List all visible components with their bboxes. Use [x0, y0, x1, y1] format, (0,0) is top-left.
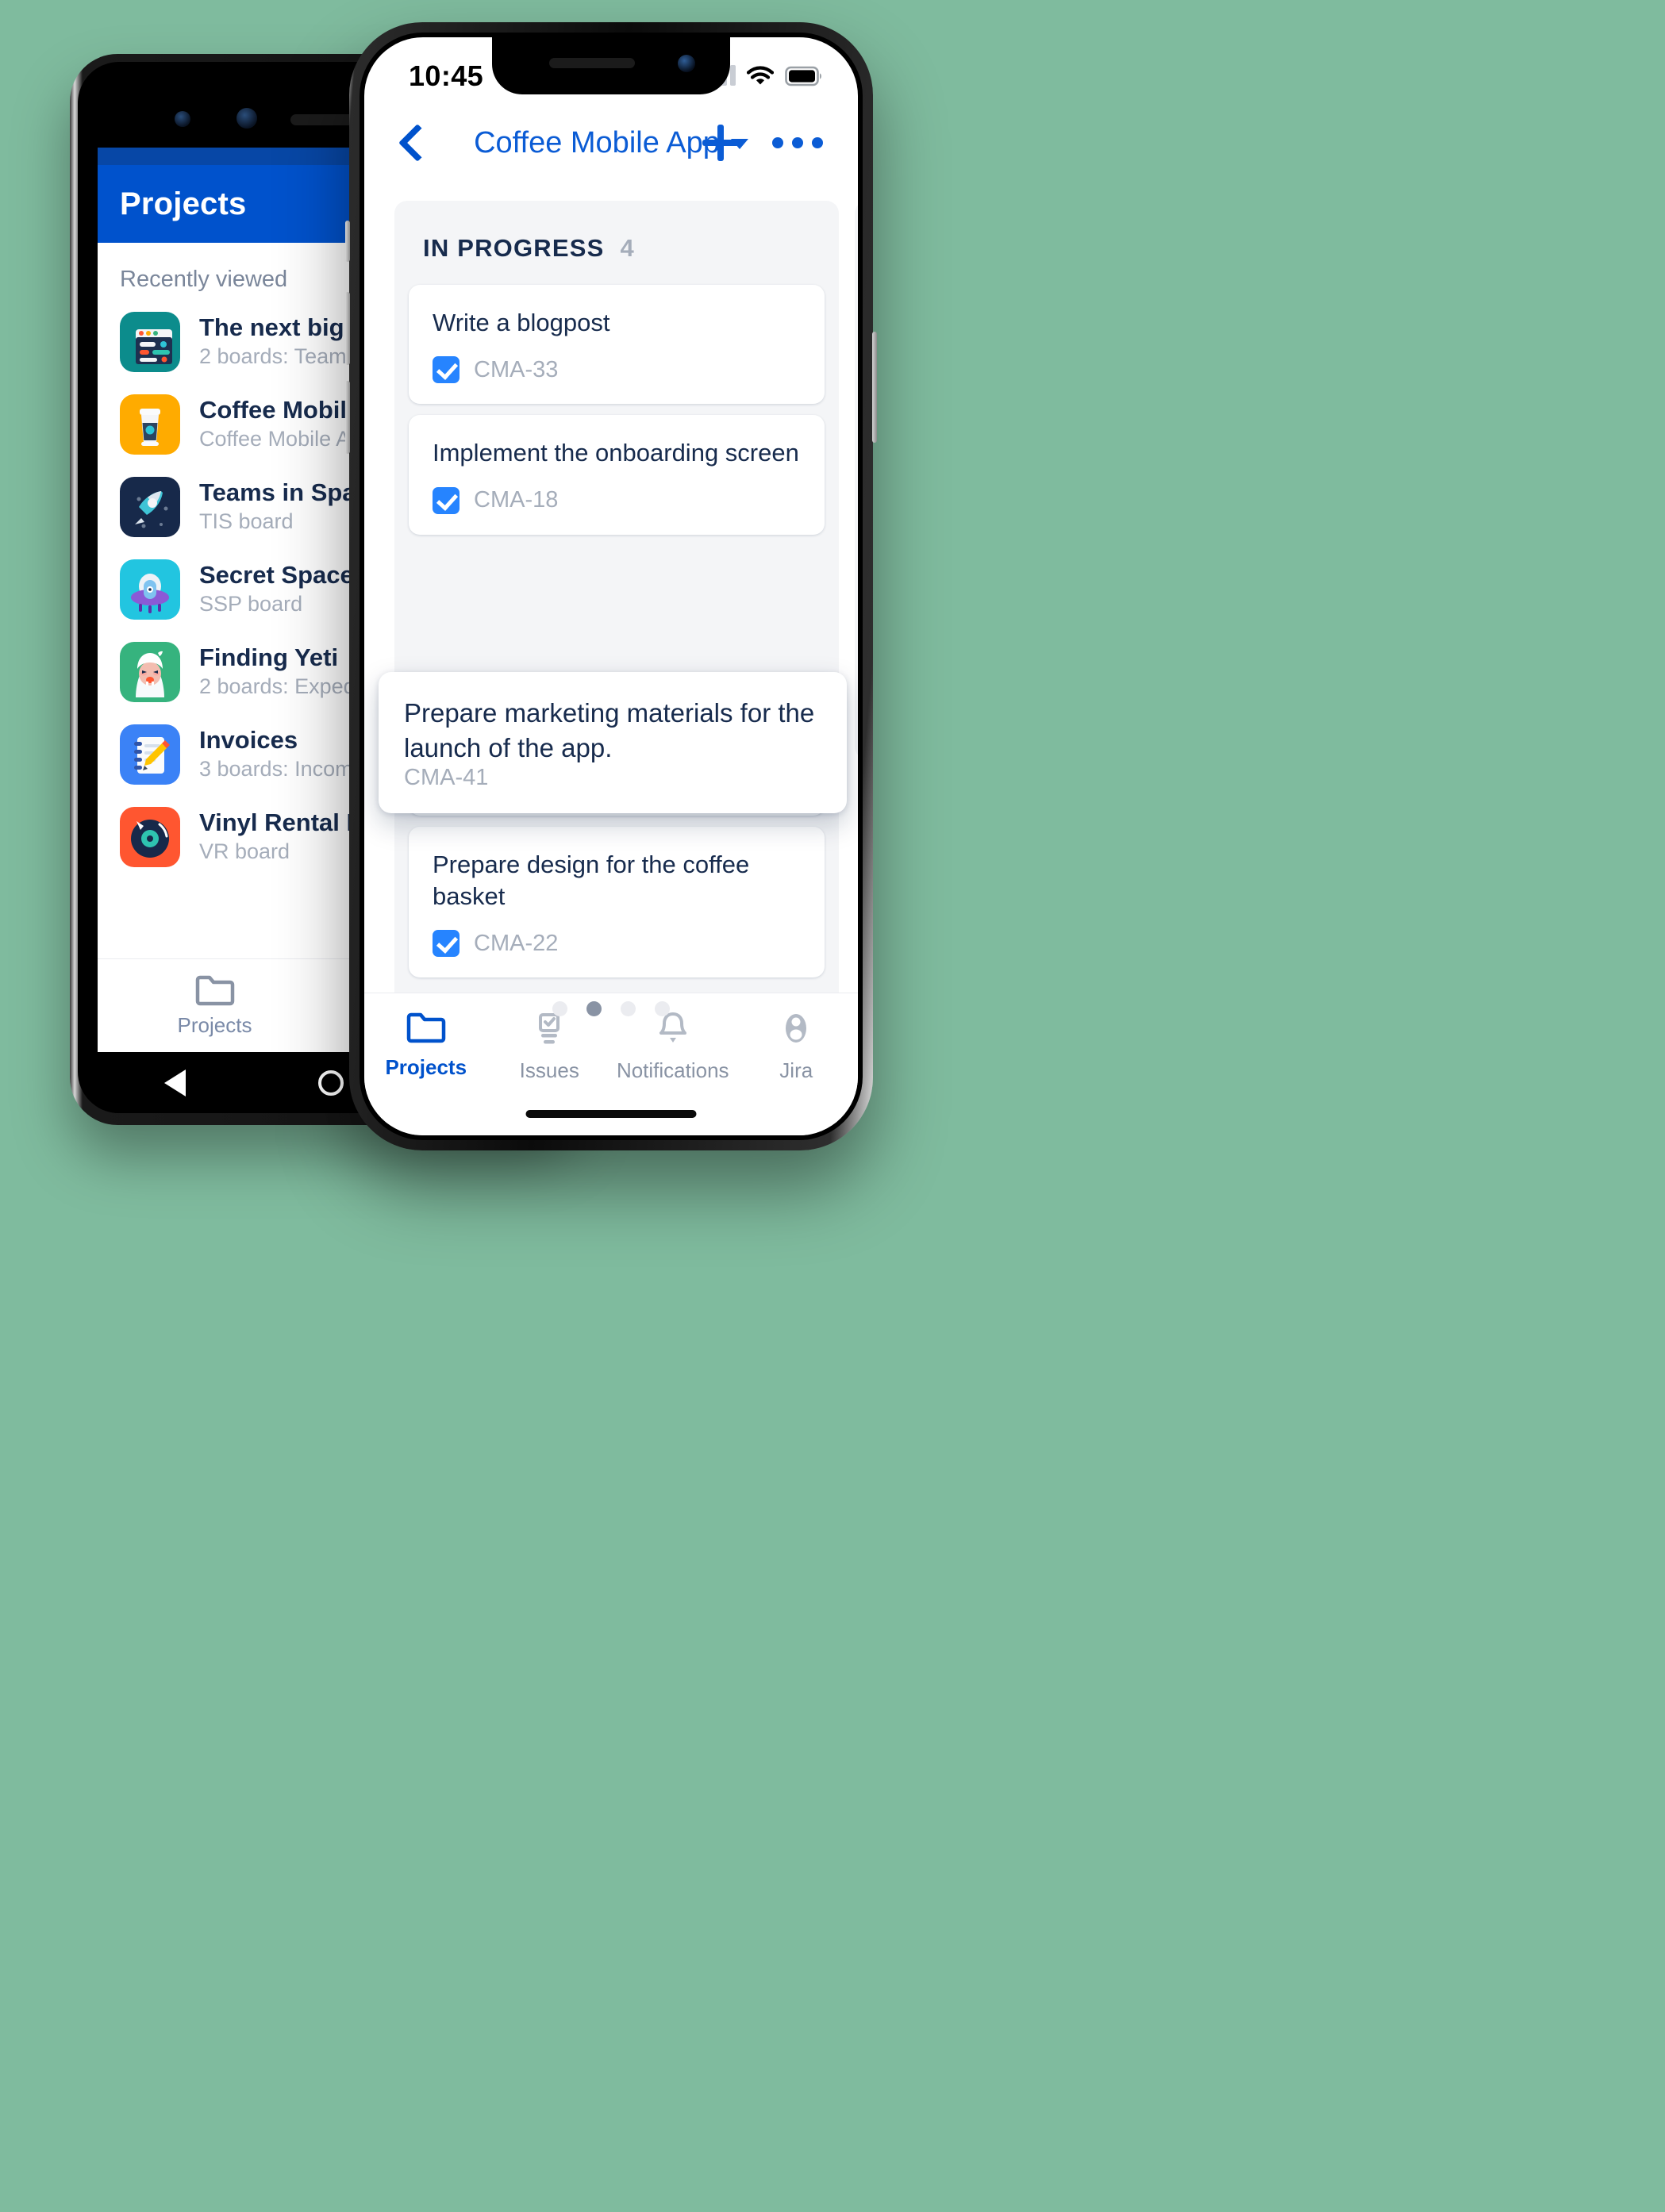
tab-issues-label: Issues	[519, 1058, 579, 1082]
tab-jira[interactable]: Jira	[735, 1011, 859, 1083]
plus-icon[interactable]	[702, 125, 739, 161]
checkbox-checked-icon[interactable]	[433, 486, 460, 514]
iphone-volume-up-button[interactable]	[345, 292, 350, 365]
home-circle-icon[interactable]	[318, 1070, 344, 1096]
board-scroll-area[interactable]: IN PROGRESS 4 Write a blogpost CMA-33 Im…	[364, 186, 858, 993]
board-title-text: Coffee Mobile App	[474, 125, 720, 159]
coffee-cup-icon	[120, 394, 180, 455]
card-title: Prepare design for the coffee basket	[433, 850, 750, 911]
column-header: IN PROGRESS 4	[394, 201, 839, 285]
status-clock: 10:45	[409, 60, 484, 92]
page-dot[interactable]	[621, 1001, 636, 1016]
back-triangle-icon[interactable]	[163, 1069, 186, 1096]
iphone-power-button[interactable]	[872, 332, 877, 443]
card-issue-key: CMA-22	[474, 930, 559, 956]
vinyl-record-icon	[120, 807, 180, 867]
card-title: Write a blogpost	[433, 309, 610, 336]
card-issue-key: CMA-33	[474, 356, 559, 382]
next-column-peek[interactable]	[855, 201, 858, 759]
checkbox-checked-icon[interactable]	[433, 930, 460, 958]
page-dot[interactable]	[552, 1001, 567, 1016]
column-name: IN PROGRESS	[423, 234, 605, 262]
android-tab-projects[interactable]: Projects	[98, 959, 332, 1052]
checkbox-checked-icon[interactable]	[433, 356, 460, 384]
ellipsis-icon[interactable]	[772, 137, 823, 148]
front-camera-icon	[678, 55, 695, 72]
android-front-camera-icon	[175, 111, 190, 127]
card-meta: CMA-18	[433, 486, 801, 514]
iphone-notch	[492, 37, 730, 94]
rocket-icon	[120, 477, 180, 537]
board-card[interactable]: Write a blogpost CMA-33	[409, 285, 825, 405]
battery-icon	[785, 66, 821, 86]
ufo-icon	[120, 559, 180, 620]
notepad-pencil-icon	[120, 724, 180, 785]
tab-notifications[interactable]: Notifications	[611, 1011, 735, 1083]
earpiece-speaker	[549, 58, 635, 68]
page-dot-active[interactable]	[586, 1001, 602, 1016]
iphone-screen: 10:45 Coffee Mobile App IN PROGRESS 4 Wr…	[364, 37, 858, 1135]
tab-projects-label: Projects	[385, 1055, 467, 1079]
dragged-card-title: Prepare marketing materials for the laun…	[404, 698, 815, 762]
page-indicator	[364, 1001, 858, 1016]
card-title: Implement the onboarding screen	[433, 439, 799, 467]
tab-jira-label: Jira	[779, 1058, 813, 1082]
android-tab-projects-label: Projects	[177, 1013, 252, 1037]
tab-projects[interactable]: Projects	[364, 1011, 488, 1080]
iphone-volume-down-button[interactable]	[345, 381, 350, 454]
tab-issues[interactable]: Issues	[488, 1011, 612, 1083]
dragged-card-meta: CMA-41	[404, 765, 821, 791]
board-column-in-progress: IN PROGRESS 4 Write a blogpost CMA-33 Im…	[394, 201, 839, 993]
iphone-device: 10:45 Coffee Mobile App IN PROGRESS 4 Wr…	[345, 22, 877, 1150]
ios-nav-bar: Coffee Mobile App	[364, 99, 858, 186]
folder-icon	[195, 975, 234, 1006]
card-meta: CMA-33	[433, 356, 801, 384]
column-count: 4	[620, 234, 634, 262]
board-card[interactable]: Prepare design for the coffee basket CMA…	[409, 826, 825, 978]
yeti-icon	[120, 642, 180, 702]
iphone-mute-switch[interactable]	[345, 221, 350, 262]
android-front-camera-secondary-icon	[236, 108, 257, 129]
dragged-board-card[interactable]: Prepare marketing materials for the laun…	[379, 672, 847, 814]
iphone-body: 10:45 Coffee Mobile App IN PROGRESS 4 Wr…	[360, 33, 863, 1140]
tab-notifications-label: Notifications	[616, 1058, 729, 1082]
android-page-title: Projects	[120, 186, 247, 221]
notes-app-icon	[120, 312, 180, 372]
wifi-icon	[747, 66, 774, 85]
page-dot[interactable]	[655, 1001, 670, 1016]
board-card[interactable]: Implement the onboarding screen CMA-18	[409, 415, 825, 535]
home-indicator[interactable]	[525, 1110, 697, 1118]
card-meta: CMA-22	[433, 930, 801, 958]
card-issue-key: CMA-18	[474, 487, 559, 513]
